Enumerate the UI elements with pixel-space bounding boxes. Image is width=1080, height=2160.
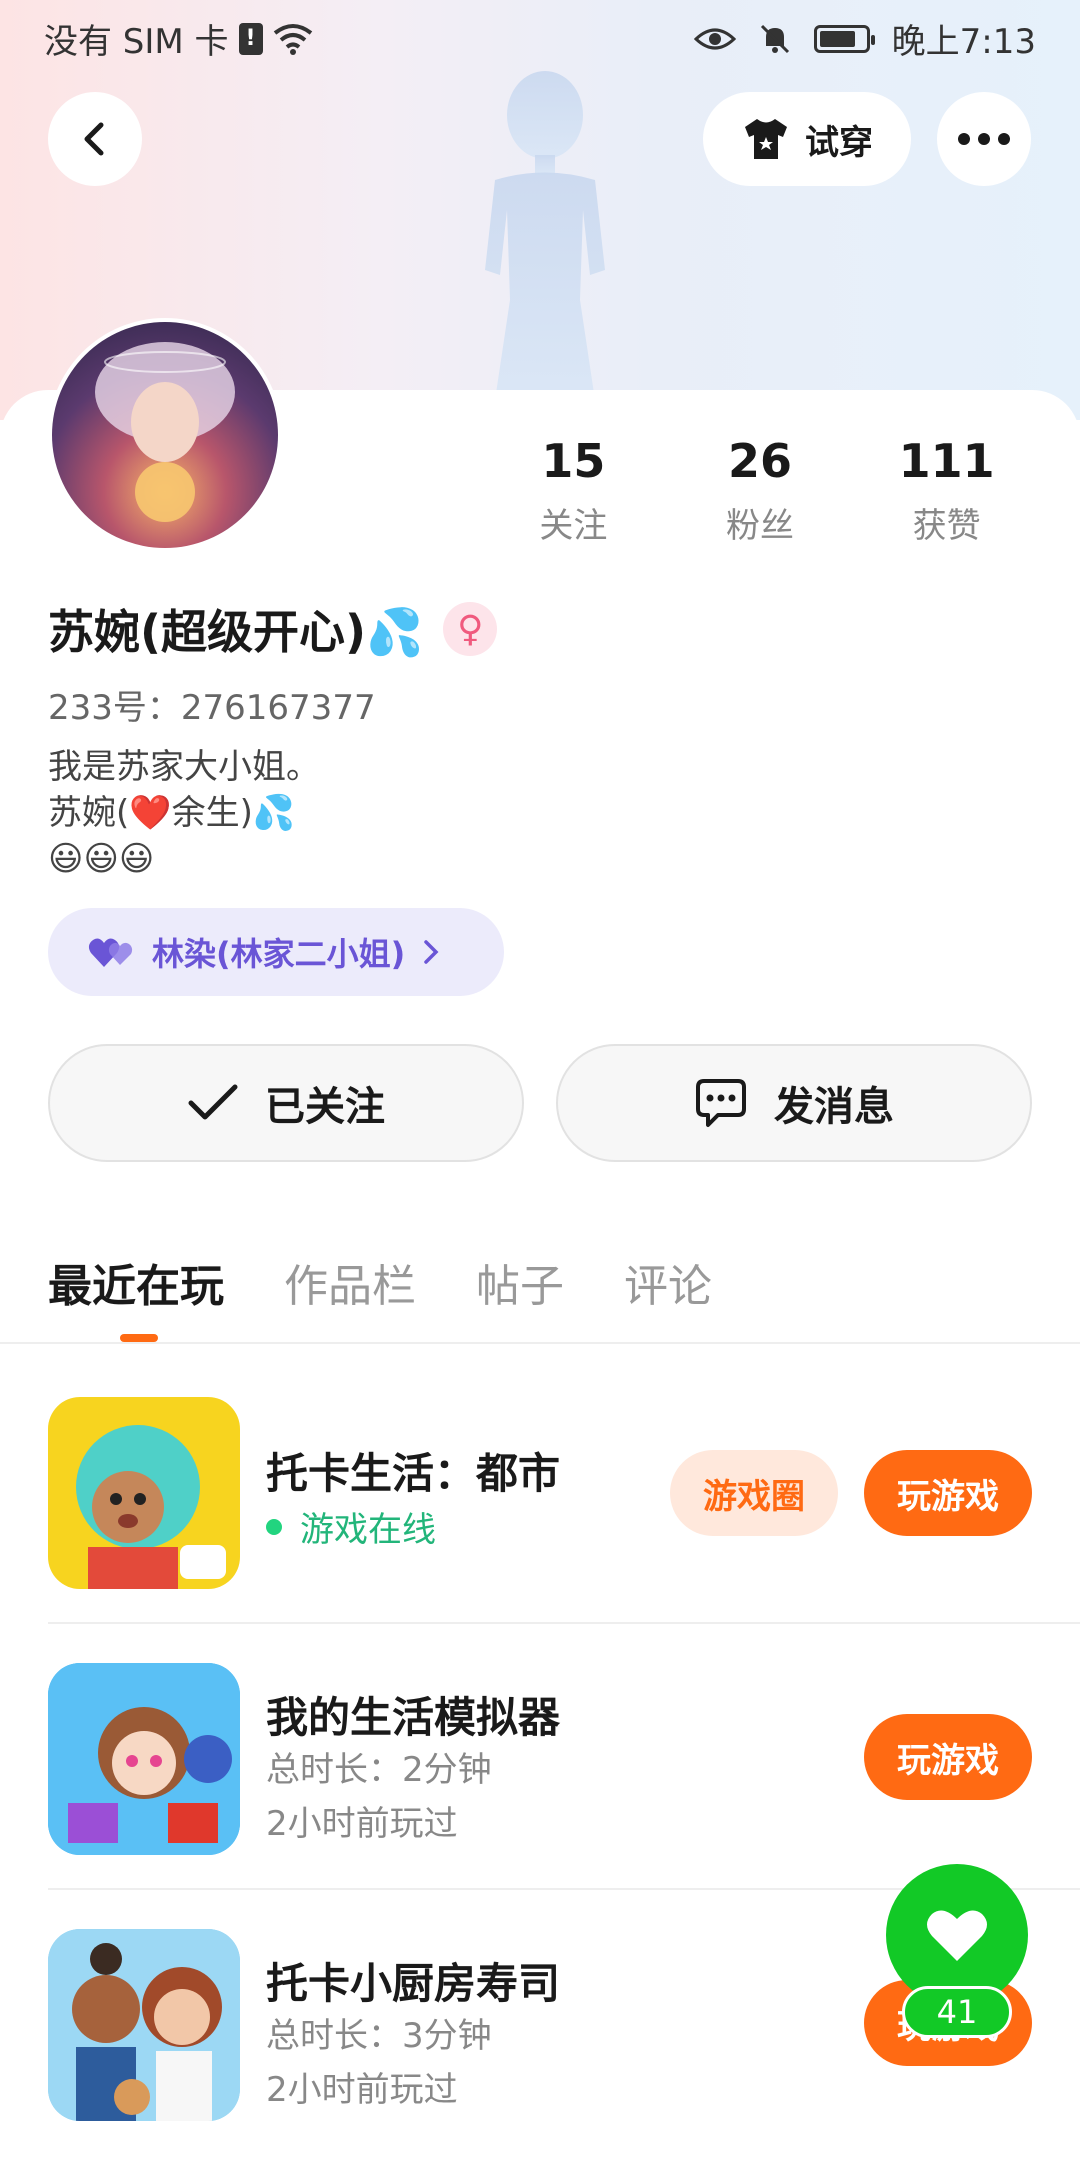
game-item[interactable]: 托卡生活：都市 游戏在线 游戏圈 玩游戏 xyxy=(48,1378,1032,1608)
play-game-button[interactable]: 玩游戏 xyxy=(864,1714,1032,1800)
status-bar: 没有 SIM 卡 ! 晚上7:13 xyxy=(0,0,1080,76)
chat-bubble-icon xyxy=(696,1079,746,1127)
stat-fans[interactable]: 26 粉丝 xyxy=(667,432,854,547)
status-right: 晚上7:13 xyxy=(693,14,1036,63)
online-dot-icon xyxy=(266,1518,282,1535)
row-divider xyxy=(48,1622,1080,1624)
mute-bell-icon xyxy=(760,24,789,53)
game-title: 我的生活模拟器 xyxy=(266,1693,561,1742)
tshirt-icon xyxy=(745,119,787,159)
double-heart-icon xyxy=(88,938,133,967)
try-on-label: 试穿 xyxy=(805,122,873,163)
more-dots-icon xyxy=(958,133,1010,145)
sim-alert-icon: ! xyxy=(238,22,263,55)
message-label: 发消息 xyxy=(774,1084,894,1130)
game-icon xyxy=(48,1929,240,2121)
avatar-3d-figure xyxy=(485,71,605,400)
chevron-right-icon xyxy=(424,940,439,964)
chevron-left-icon xyxy=(84,122,104,156)
tab-comments[interactable]: 评论 xyxy=(624,1250,712,1314)
back-button[interactable] xyxy=(48,92,142,186)
game-duration: 总时长：3分钟 xyxy=(266,2016,492,2056)
stat-label: 获赞 xyxy=(912,506,981,546)
avatar[interactable] xyxy=(48,318,282,552)
user-id: 233号：276167377 xyxy=(48,688,376,728)
tab-posts[interactable]: 帖子 xyxy=(476,1250,564,1314)
stat-value: 111 xyxy=(898,434,995,488)
game-status-text: 游戏在线 xyxy=(300,1510,436,1550)
gender-female-icon: ♀ xyxy=(443,602,498,656)
game-online-status: 游戏在线 xyxy=(266,1502,436,1551)
stat-value: 15 xyxy=(541,434,606,488)
game-duration: 总时长：2分钟 xyxy=(266,1750,492,1790)
heart-icon xyxy=(927,1910,987,1961)
bio-line: 😃😃😃 xyxy=(48,839,155,879)
game-last-played: 2小时前玩过 xyxy=(266,2070,458,2110)
game-circle-button[interactable]: 游戏圈 xyxy=(670,1450,838,1536)
bio: 我是苏家大小姐。 苏婉(❤️余生)💦 😃😃😃 xyxy=(48,744,320,882)
like-button[interactable] xyxy=(886,1864,1028,2006)
stat-value: 26 xyxy=(728,434,793,488)
game-item[interactable]: 托卡小厨房寿司 总时长：3分钟 2小时前玩过 玩游戏 xyxy=(48,1910,1032,2140)
battery-icon xyxy=(813,24,875,53)
stat-following[interactable]: 15 关注 xyxy=(480,432,667,547)
try-on-button[interactable]: 试穿 xyxy=(703,92,911,186)
relation-tag[interactable]: 林染(林家二小姐) xyxy=(48,908,504,996)
status-left: 没有 SIM 卡 ! xyxy=(44,14,313,63)
avatar-image xyxy=(52,322,278,548)
profile-name: 苏婉(超级开心)💦 xyxy=(48,605,424,659)
tab-recent-play[interactable]: 最近在玩 xyxy=(48,1250,224,1314)
stat-label: 关注 xyxy=(539,506,608,546)
game-item[interactable]: 我的生活模拟器 总时长：2分钟 2小时前玩过 玩游戏 xyxy=(48,1644,1032,1874)
like-count: 41 xyxy=(902,1986,1012,2038)
profile-stats: 15 关注 26 粉丝 111 获赞 xyxy=(480,432,1040,547)
game-last-played: 2小时前玩过 xyxy=(266,1804,458,1844)
profile-tabs: 最近在玩 作品栏 帖子 评论 xyxy=(48,1250,712,1314)
game-icon xyxy=(48,1663,240,1855)
followed-button[interactable]: 已关注 xyxy=(48,1044,524,1162)
game-title: 托卡小厨房寿司 xyxy=(266,1959,561,2008)
wifi-icon xyxy=(273,23,312,55)
tab-indicator xyxy=(120,1334,158,1342)
checkmark-icon xyxy=(188,1084,238,1120)
play-game-button[interactable]: 玩游戏 xyxy=(864,1450,1032,1536)
avatar-illustration xyxy=(95,342,235,522)
game-title: 托卡生活：都市 xyxy=(266,1449,561,1498)
more-button[interactable] xyxy=(937,92,1031,186)
carrier-text: 没有 SIM 卡 xyxy=(44,22,229,62)
stat-label: 粉丝 xyxy=(726,506,794,546)
followed-label: 已关注 xyxy=(265,1084,385,1130)
bio-line: 我是苏家大小姐。 xyxy=(48,747,320,787)
eye-icon xyxy=(693,28,736,49)
tab-works[interactable]: 作品栏 xyxy=(284,1250,416,1314)
status-time: 晚上7:13 xyxy=(891,22,1036,62)
stat-likes[interactable]: 111 获赞 xyxy=(853,432,1040,547)
name-row: 苏婉(超级开心)💦 ♀ xyxy=(48,596,498,662)
bio-line: 苏婉(❤️余生)💦 xyxy=(48,793,296,833)
tabs-divider xyxy=(0,1342,1080,1344)
game-icon xyxy=(48,1397,240,1589)
message-button[interactable]: 发消息 xyxy=(556,1044,1032,1162)
relation-tag-label: 林染(林家二小姐) xyxy=(152,935,406,973)
